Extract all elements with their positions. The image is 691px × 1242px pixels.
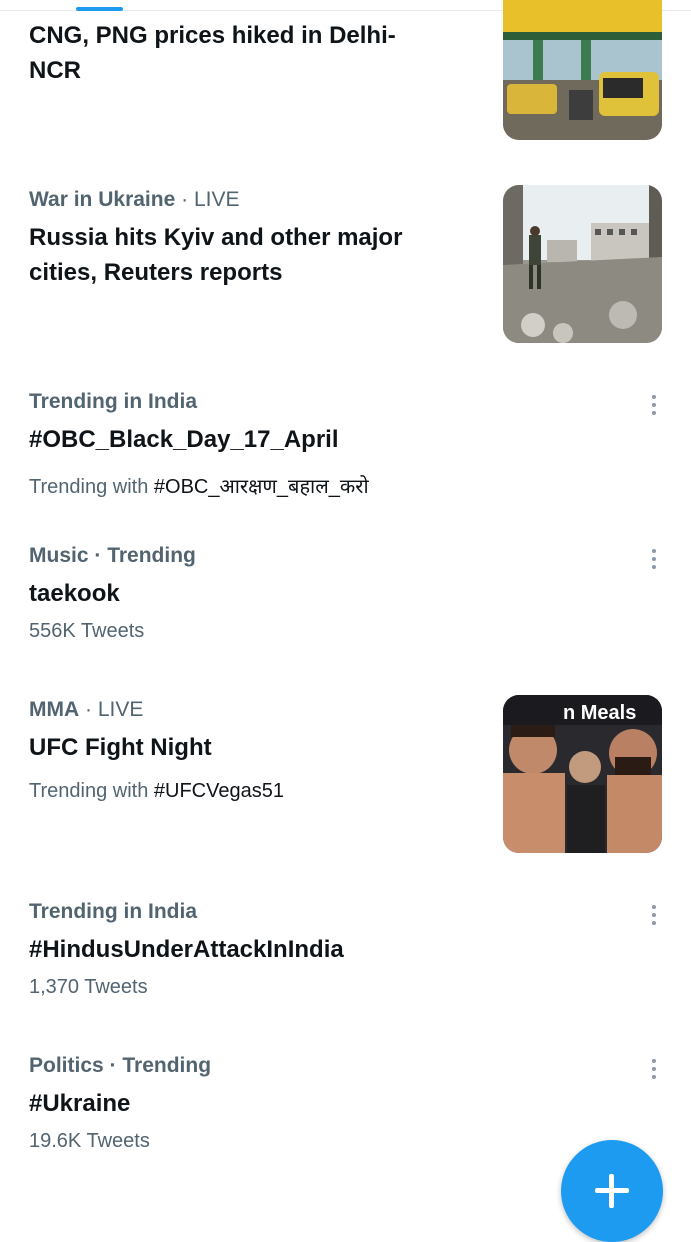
trend-item-hindus[interactable]: Trending in India #HindusUnderAttackInIn… bbox=[0, 882, 691, 1012]
trend-context: Trending in India bbox=[29, 390, 197, 414]
news-context: MMA · LIVE bbox=[29, 698, 143, 722]
context-separator: · bbox=[175, 188, 194, 211]
tweet-count: 19.6K Tweets bbox=[29, 1130, 150, 1152]
trending-with-tag[interactable]: #UFCVegas51 bbox=[154, 780, 284, 802]
news-category: MMA bbox=[29, 698, 80, 721]
tweet-count: 556K Tweets bbox=[29, 620, 145, 642]
trend-category: Music bbox=[29, 544, 89, 567]
trend-headline: #Ukraine bbox=[29, 1090, 131, 1117]
news-item-ukraine-war[interactable]: War in Ukraine · LIVE Russia hits Kyiv a… bbox=[0, 170, 691, 360]
trend-headline: #HindusUnderAttackInIndia bbox=[29, 936, 344, 963]
context-separator: · bbox=[88, 544, 108, 567]
trend-headline: #OBC_Black_Day_17_April bbox=[29, 426, 339, 453]
live-label: LIVE bbox=[193, 188, 240, 211]
trend-category: Trending in India bbox=[29, 390, 197, 413]
context-separator: · bbox=[79, 698, 98, 721]
news-headline: Russia hits Kyiv and other major cities,… bbox=[29, 224, 403, 286]
news-context: War in Ukraine · LIVE bbox=[29, 188, 239, 212]
trend-status: Trending bbox=[122, 1054, 212, 1077]
compose-tweet-button[interactable] bbox=[561, 1140, 663, 1242]
news-thumbnail: n Meals bbox=[503, 695, 662, 853]
news-thumbnail bbox=[503, 185, 662, 343]
trend-item-obc[interactable]: Trending in India #OBC_Black_Day_17_Apri… bbox=[0, 372, 691, 512]
context-separator: · bbox=[103, 1054, 123, 1077]
trend-context: Trending in India bbox=[29, 900, 197, 924]
trend-context: Politics · Trending bbox=[29, 1054, 211, 1078]
trend-headline: taekook bbox=[29, 580, 120, 607]
more-vertical-icon[interactable] bbox=[642, 546, 666, 574]
news-item-cng[interactable]: CNG, PNG prices hiked in Delhi-NCR bbox=[0, 0, 691, 150]
thumbnail-banner-text: n Meals bbox=[563, 702, 636, 724]
news-headline: CNG, PNG prices hiked in Delhi-NCR bbox=[29, 22, 396, 84]
trend-category: Trending in India bbox=[29, 900, 197, 923]
trending-with-label: Trending with bbox=[29, 780, 149, 802]
news-thumbnail bbox=[503, 0, 662, 140]
trending-with-label: Trending with bbox=[29, 476, 149, 498]
news-headline: UFC Fight Night bbox=[29, 734, 212, 761]
trending-with-tag[interactable]: #OBC_आरक्षण_बहाल_करो bbox=[154, 476, 369, 498]
trend-item-taekook[interactable]: Music · Trending taekook 556K Tweets bbox=[0, 526, 691, 656]
trend-context: Music · Trending bbox=[29, 544, 196, 568]
trend-status: Trending bbox=[107, 544, 196, 567]
live-label: LIVE bbox=[97, 698, 144, 721]
news-item-ufc[interactable]: MMA · LIVE UFC Fight Night Trending with… bbox=[0, 680, 691, 870]
news-category: War in Ukraine bbox=[29, 188, 176, 211]
trend-subline: Trending with #UFCVegas51 bbox=[29, 780, 284, 803]
trend-category: Politics bbox=[29, 1054, 104, 1077]
more-vertical-icon[interactable] bbox=[642, 392, 666, 420]
trend-subline: Trending with #OBC_आरक्षण_बहाल_करो bbox=[29, 472, 369, 499]
tweet-count: 1,370 Tweets bbox=[29, 976, 148, 998]
more-vertical-icon[interactable] bbox=[642, 902, 666, 930]
more-vertical-icon[interactable] bbox=[642, 1056, 666, 1084]
